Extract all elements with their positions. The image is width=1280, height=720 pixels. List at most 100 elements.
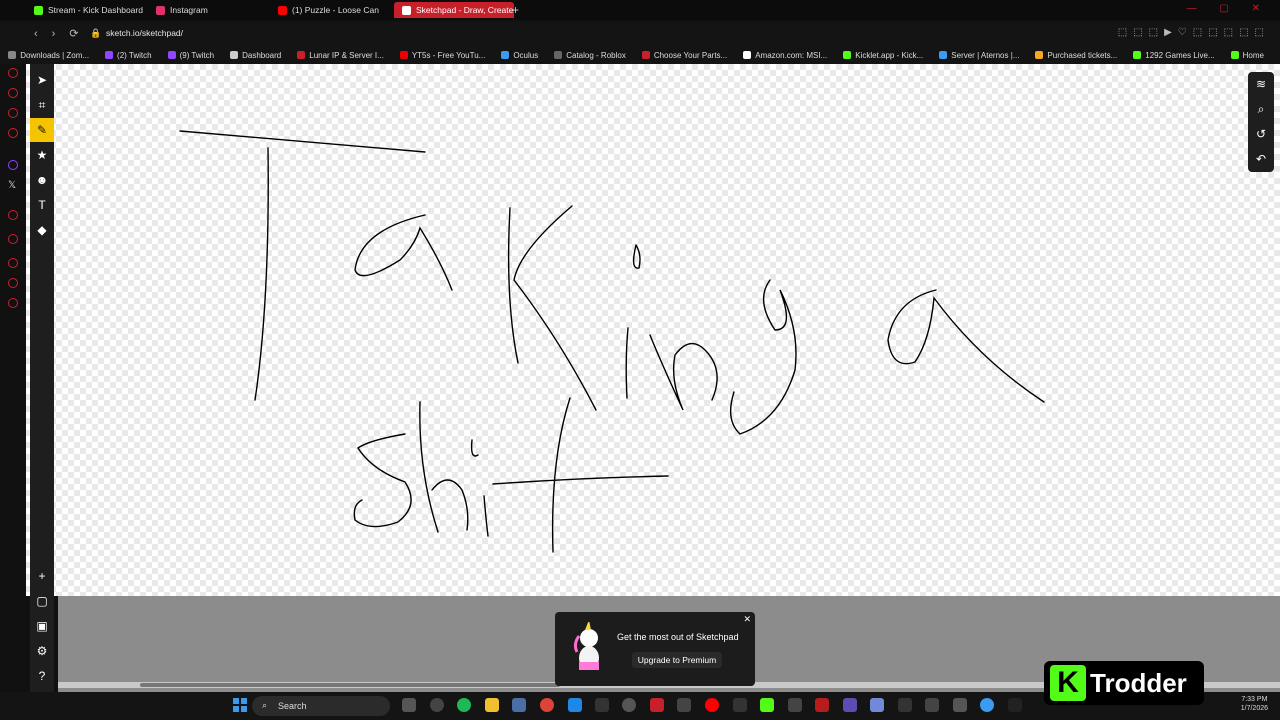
save-tool[interactable]: ▣ <box>30 614 54 638</box>
taskbar-app-icon[interactable] <box>953 698 967 712</box>
right-tool-palette: ≋ ⌕ ↺ ↶ <box>1248 72 1274 172</box>
opera-icon[interactable] <box>650 698 664 712</box>
bookmark-label: Kicklet.app - Kick... <box>855 50 924 60</box>
pencil-tool[interactable]: ✎ <box>30 118 54 142</box>
bookmark-item[interactable]: (2) Twitch <box>105 51 152 60</box>
bookmark-item[interactable]: Oculus <box>501 51 538 60</box>
tab-sketchpad[interactable]: Sketchpad - Draw, Create, <box>394 2 514 18</box>
bookmark-label: Lunar IP & Server I... <box>309 50 384 60</box>
taskbar-search[interactable]: ⌕ Search <box>252 696 390 716</box>
twitch-icon[interactable] <box>8 160 18 170</box>
youtube-icon[interactable] <box>705 698 719 712</box>
taskbar-app-icon[interactable] <box>815 698 829 712</box>
upgrade-premium-button[interactable]: Upgrade to Premium <box>632 652 722 668</box>
taskbar-app-icon[interactable] <box>1008 698 1022 712</box>
sidebar-icon[interactable] <box>8 234 18 244</box>
zoom-tool[interactable]: ⌕ <box>1248 97 1274 121</box>
bookmark-item[interactable]: Kicklet.app - Kick... <box>843 51 923 60</box>
taskbar-app-icon[interactable] <box>402 698 416 712</box>
text-tool[interactable]: T <box>30 193 54 217</box>
premium-promo: Get the most out of Sketchpad Upgrade to… <box>555 612 755 686</box>
bookmark-item[interactable]: Server | Aternos |... <box>939 51 1019 60</box>
taskbar-app-icon[interactable] <box>843 698 857 712</box>
tab-label: (1) Puzzle - Loose Can <box>292 5 379 15</box>
bookmark-label: Catalog - Roblox <box>566 50 626 60</box>
file-explorer-icon[interactable] <box>485 698 499 712</box>
stroke-s <box>353 433 412 528</box>
tab-youtube-puzzle[interactable]: (1) Puzzle - Loose Can <box>278 2 384 18</box>
taskbar-app-icon[interactable] <box>733 698 747 712</box>
search-placeholder: Search <box>278 701 307 711</box>
stroke-k-arms <box>513 205 597 411</box>
layers-tool[interactable]: ≋ <box>1248 72 1274 96</box>
close-icon[interactable]: ✕ <box>743 614 751 625</box>
sidebar-icon[interactable] <box>8 278 18 288</box>
bookmarks-bar: Downloads | Zom... (2) Twitch (9) Twitch Da… <box>0 46 1280 64</box>
stroke-g <box>729 279 797 435</box>
bookmark-item[interactable]: Choose Your Parts... <box>641 50 728 60</box>
bookmark-item[interactable]: Dashboard <box>230 51 281 60</box>
bookmark-item[interactable]: Purchased tickets... <box>1035 51 1117 60</box>
spotify-icon[interactable] <box>457 698 471 712</box>
bookmark-item[interactable]: 1292 Games Live... <box>1133 51 1215 60</box>
tab-instagram[interactable]: Instagram <box>156 2 246 18</box>
taskbar-app-icon[interactable] <box>595 698 609 712</box>
tab-kick-dashboard[interactable]: Stream - Kick Dashboard <box>34 2 144 18</box>
taskbar-app-icon[interactable] <box>925 698 939 712</box>
windows-start-icon[interactable] <box>233 698 247 712</box>
taskbar-app-icon[interactable] <box>677 698 691 712</box>
bookmark-label: Home <box>1242 50 1264 60</box>
chrome-icon[interactable] <box>540 698 554 712</box>
bookmark-item[interactable]: Lunar IP & Server I... <box>297 51 384 60</box>
bookmark-item[interactable]: Home <box>1230 50 1264 60</box>
browser-tab-strip: Stream - Kick Dashboard Instagram (1) Pu… <box>0 0 1280 20</box>
x-icon[interactable]: 𝕏 <box>8 180 16 191</box>
bookmark-list: Downloads | Zom... (2) Twitch (9) Twitch Da… <box>8 51 1280 60</box>
bookmark-item[interactable]: YT5s - Free YouTu... <box>399 51 485 60</box>
scrollbar-thumb[interactable] <box>140 683 560 687</box>
kick-logo-icon: K <box>1050 665 1086 701</box>
kick-icon[interactable] <box>760 698 774 712</box>
url-field[interactable]: sketch.io/sketchpad/ <box>106 28 183 38</box>
bookmark-item[interactable]: Amazon.com: MSI... <box>743 51 827 60</box>
add-tool[interactable]: + <box>30 564 54 588</box>
settings-tool[interactable]: ⚙ <box>30 639 54 663</box>
bookmark-item[interactable]: Downloads | Zom... <box>8 51 89 60</box>
taskbar-app-icon[interactable] <box>622 698 636 712</box>
help-tool[interactable]: ? <box>30 664 54 688</box>
undo-tool[interactable]: ↶ <box>1248 147 1274 171</box>
nav-buttons[interactable]: ‹›⟳ <box>34 27 93 40</box>
history-tool[interactable]: ↺ <box>1248 122 1274 146</box>
new-page-tool[interactable]: ▢ <box>30 589 54 613</box>
bookmark-label: Choose Your Parts... <box>653 50 728 60</box>
sidebar-icon[interactable] <box>8 298 18 308</box>
bookmark-item[interactable]: Catalog - Roblox <box>554 51 626 60</box>
bookmark-item[interactable]: (9) Twitch <box>167 51 214 60</box>
instagram-icon <box>156 5 165 15</box>
stream-name-overlay: K Trodder <box>1044 661 1204 705</box>
window-controls[interactable]: — ▢ ✕ <box>1187 3 1270 14</box>
taskbar-app-icon[interactable] <box>980 698 994 712</box>
taskbar-app-icon[interactable] <box>898 698 912 712</box>
sidebar-icon[interactable] <box>8 128 18 138</box>
star-tool[interactable]: ★ <box>30 143 54 167</box>
emoji-tool[interactable]: ☻ <box>30 168 54 192</box>
fill-tool[interactable]: ◆ <box>30 218 54 242</box>
new-tab-button[interactable]: + <box>512 3 519 17</box>
taskbar-app-icon[interactable] <box>788 698 802 712</box>
select-tool[interactable]: ➤ <box>30 68 54 92</box>
taskbar-clock[interactable]: 7:33 PM 1/7/2026 <box>1241 695 1268 713</box>
sidebar-icon[interactable] <box>8 108 18 118</box>
discord-icon[interactable] <box>870 698 884 712</box>
extension-icons[interactable]: ⬚⬚⬚▶♡⬚⬚⬚⬚⬚ <box>1118 27 1270 38</box>
sidebar-icon[interactable] <box>8 68 18 78</box>
taskbar-app-icon[interactable] <box>512 698 526 712</box>
sidebar-rail: 𝕏 <box>0 64 26 692</box>
edge-icon[interactable] <box>568 698 582 712</box>
taskbar-app-icon[interactable] <box>430 698 444 712</box>
sidebar-icon[interactable] <box>8 210 18 220</box>
sidebar-icon[interactable] <box>8 88 18 98</box>
bookmark-favicon-icon <box>1230 51 1239 59</box>
crop-tool[interactable]: ⌗ <box>30 93 54 117</box>
sidebar-icon[interactable] <box>8 258 18 268</box>
